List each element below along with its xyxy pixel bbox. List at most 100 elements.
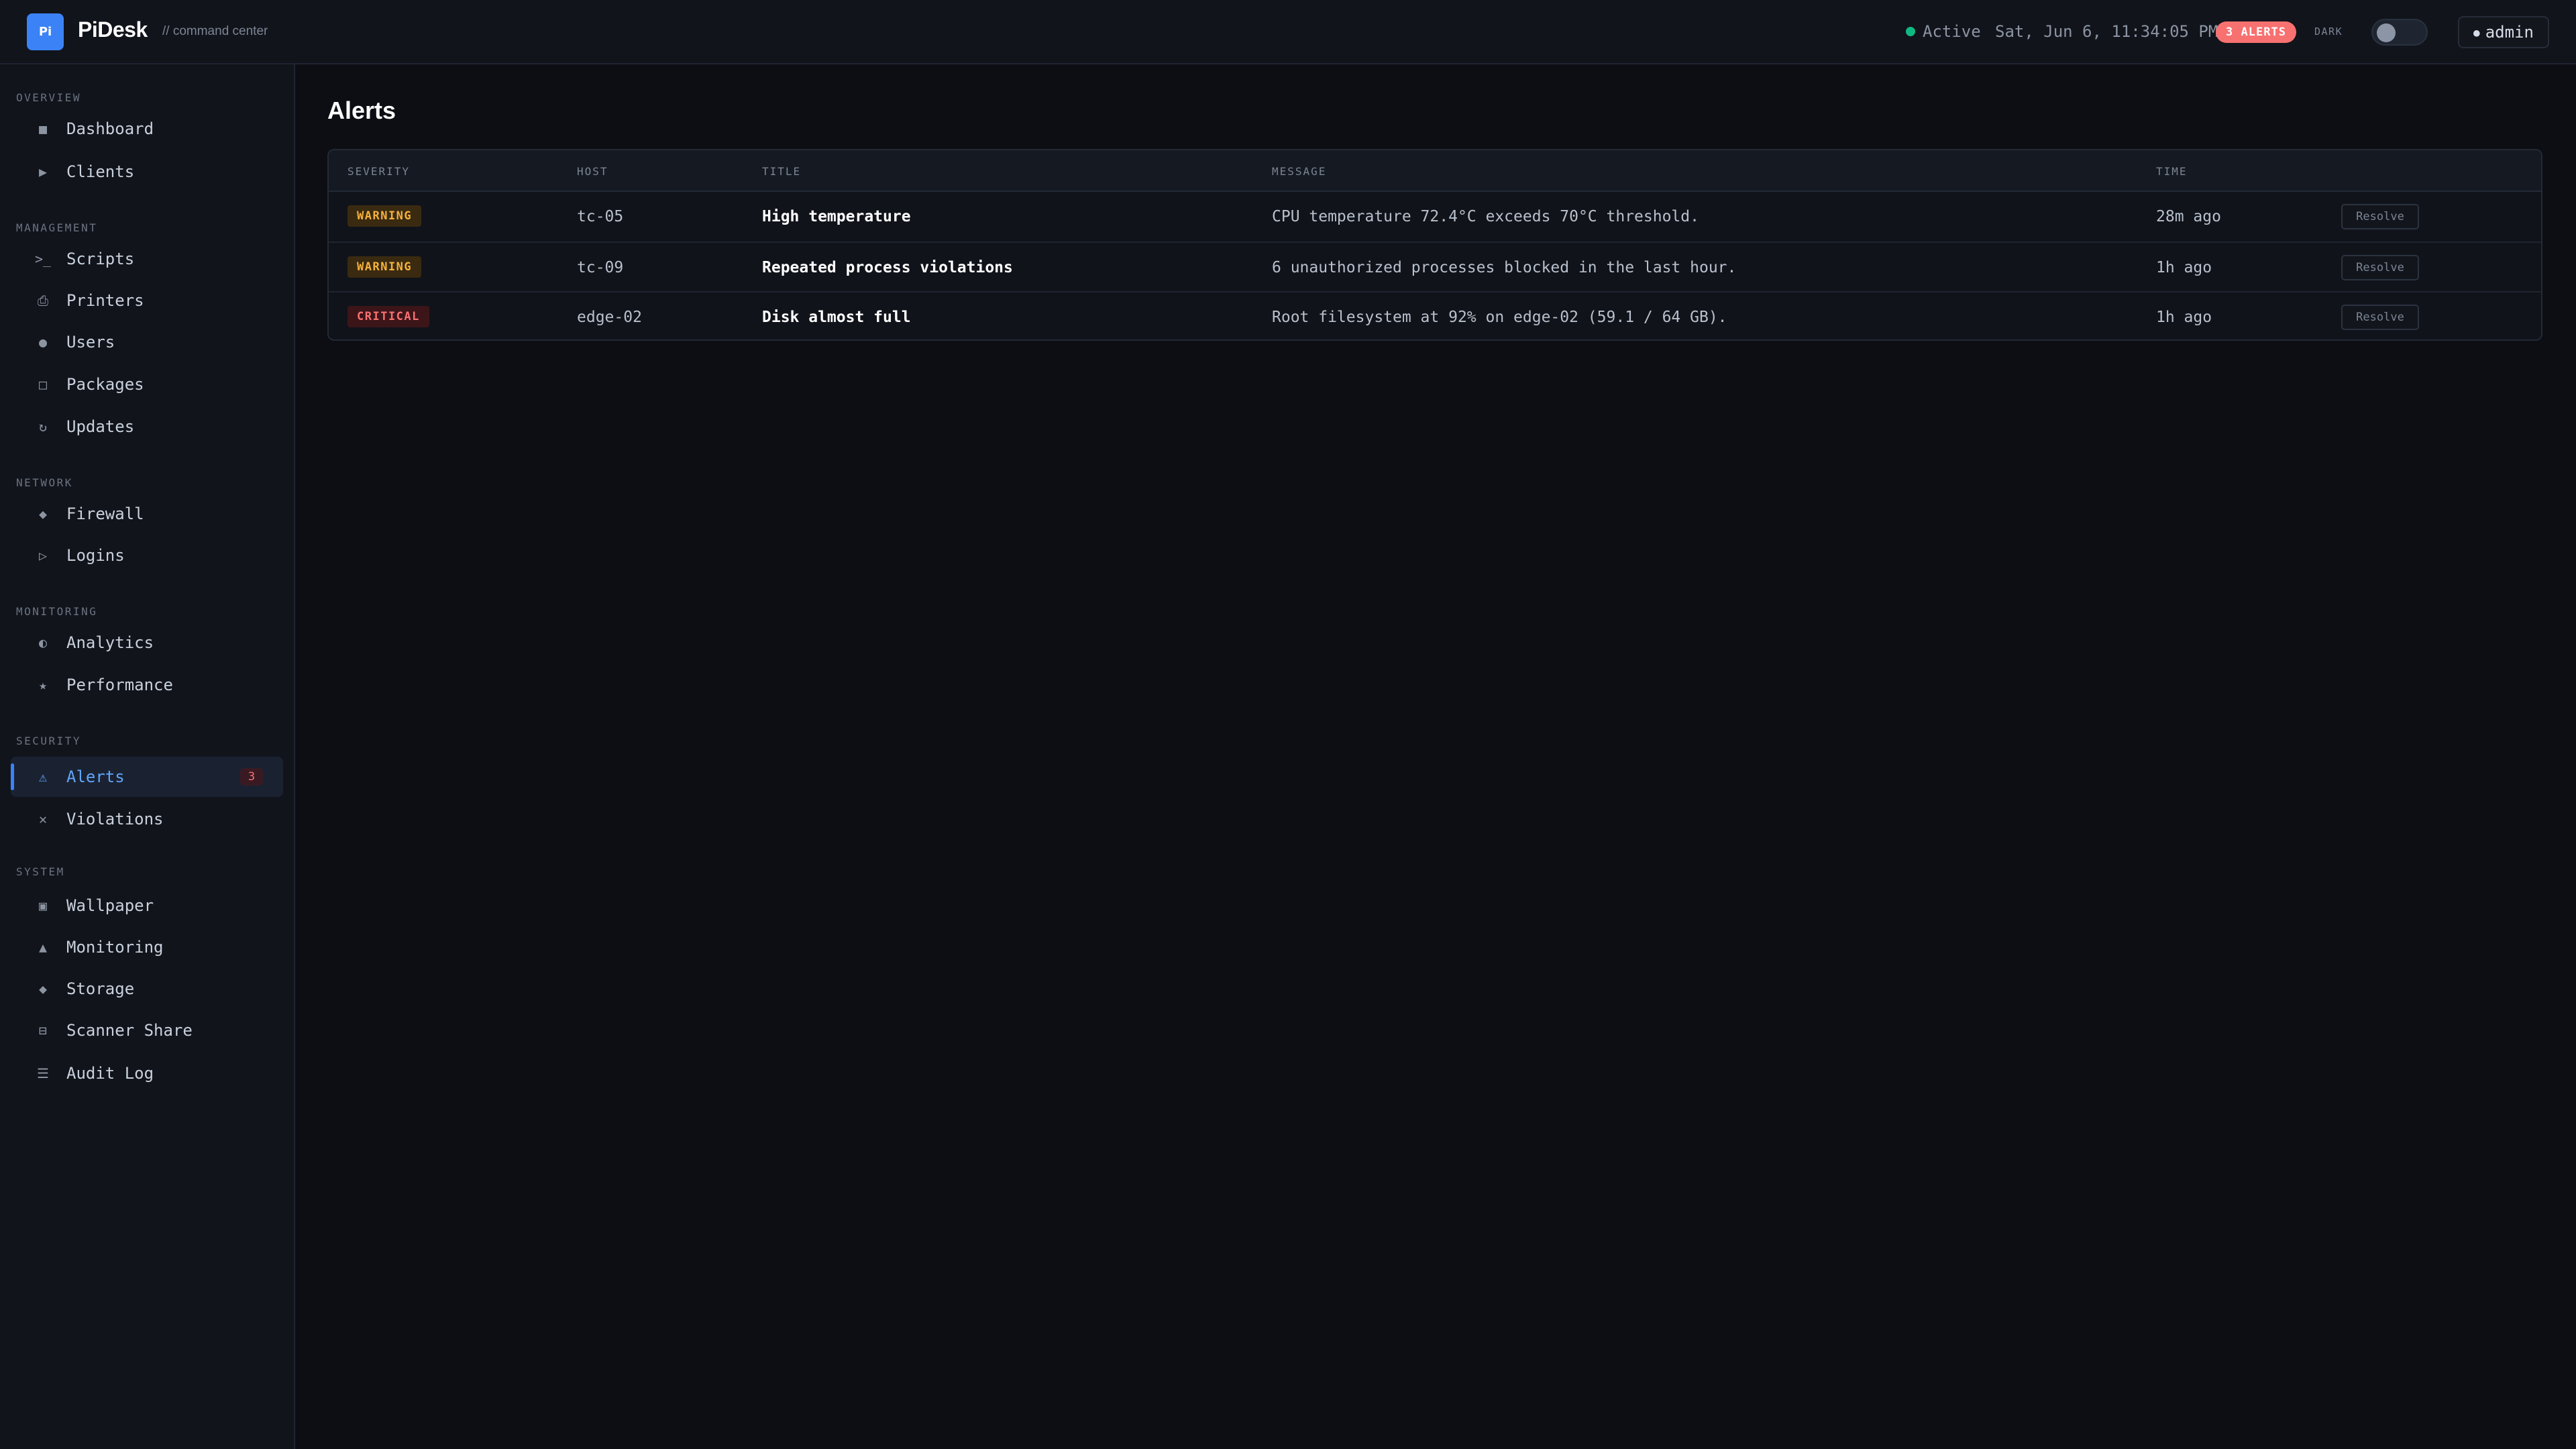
column-header-time[interactable]: TIME [2156,165,2188,178]
triangle-right-icon: ▷ [38,547,48,564]
terminal-icon: >_ [34,251,52,267]
printer-icon: ⎙ [38,292,48,309]
host-cell: tc-05 [577,208,624,225]
section-label-monitoring: MONITORING [16,605,98,618]
resolve-button[interactable]: Resolve [2341,204,2419,229]
sidebar-item-clients[interactable]: ▶ Clients [11,152,283,192]
time-cell: 1h ago [2156,309,2212,326]
refresh-icon: ↻ [38,419,48,435]
user-icon: ● [38,334,48,350]
sidebar-item-violations[interactable]: ✕ Violations [11,799,283,839]
sidebar-item-label: Clients [66,162,135,181]
sidebar-item-wallpaper[interactable]: ▣ Wallpaper [11,885,283,926]
sidebar-item-analytics[interactable]: ◐ Analytics [11,623,283,663]
sidebar-item-label: Scripts [66,250,135,268]
sidebar-item-logins[interactable]: ▷ Logins [11,535,283,576]
table-header: SEVERITY HOST TITLE MESSAGE TIME [329,150,2541,192]
severity-badge: WARNING [347,256,422,278]
sidebar-item-label: Firewall [66,504,144,523]
sidebar-item-label: Logins [66,546,125,565]
alerts-count-badge[interactable]: 3 ALERTS [2216,21,2296,43]
top-bar: Pi PiDesk // command center Active Sat, … [0,0,2576,64]
sidebar-item-label: Packages [66,375,144,394]
section-label-security: SECURITY [16,735,82,747]
alerts-count-badge: 3 [240,768,263,786]
sidebar-item-label: Storage [66,979,135,998]
message-cell: 6 unauthorized processes blocked in the … [1272,259,1737,276]
severity-badge: CRITICAL [347,306,429,327]
sidebar-item-scanner-share[interactable]: ⊟ Scanner Share [11,1010,283,1051]
toggle-knob [2377,23,2396,42]
sidebar-item-label: Analytics [66,633,154,652]
column-header-title[interactable]: TITLE [762,165,801,178]
message-cell: CPU temperature 72.4°C exceeds 70°C thre… [1272,208,1699,225]
status-dot-icon [1906,27,1915,36]
sidebar-item-alerts[interactable]: ⚠ Alerts 3 [11,757,283,797]
theme-toggle[interactable] [2371,19,2428,46]
host-cell: edge-02 [577,309,642,326]
sidebar-item-label: Users [66,333,115,352]
close-icon: ✕ [38,811,48,827]
sidebar-item-label: Scanner Share [66,1021,193,1040]
sidebar-item-firewall[interactable]: ◆ Firewall [11,494,283,534]
sidebar-item-performance[interactable]: ★ Performance [11,665,283,705]
sidebar-item-label: Updates [66,417,135,436]
user-dot-icon: ● [2473,25,2480,39]
sidebar-item-label: Wallpaper [66,896,154,915]
resolve-button[interactable]: Resolve [2341,305,2419,330]
host-cell: tc-09 [577,259,624,276]
sidebar-item-dashboard[interactable]: ■ Dashboard [11,109,283,149]
warning-icon: ⚠ [38,769,48,785]
sidebar-item-label: Performance [66,676,173,694]
sidebar-item-monitoring[interactable]: ▲ Monitoring [11,927,283,967]
section-label-management: MANAGEMENT [16,221,98,234]
title-cell: Repeated process violations [762,259,1013,276]
star-icon: ★ [38,677,48,693]
resolve-button[interactable]: Resolve [2341,255,2419,280]
table-row[interactable]: CRITICAL edge-02 Disk almost full Root f… [329,291,2541,339]
severity-badge: WARNING [347,205,422,227]
section-label-overview: OVERVIEW [16,91,82,104]
sidebar-item-audit-log[interactable]: ☰ Audit Log [11,1053,283,1093]
app-logo[interactable]: Pi [27,13,64,50]
time-cell: 28m ago [2156,208,2221,225]
title-cell: Disk almost full [762,309,911,326]
table-row[interactable]: WARNING tc-05 High temperature CPU tempe… [329,192,2541,241]
sidebar-item-packages[interactable]: □ Packages [11,364,283,405]
sidebar-item-label: Dashboard [66,119,154,138]
sidebar-item-storage[interactable]: ◆ Storage [11,969,283,1009]
column-header-host[interactable]: HOST [577,165,608,178]
user-name: admin [2485,23,2534,42]
column-header-severity[interactable]: SEVERITY [347,165,410,178]
sidebar-item-scripts[interactable]: >_ Scripts [11,239,283,279]
status-text: Active [1923,22,1981,41]
clock: Sat, Jun 6, 11:34:05 PM [1995,22,2218,41]
section-label-network: NETWORK [16,476,73,489]
diamond-icon: ◆ [38,981,48,997]
sidebar: OVERVIEW ■ Dashboard ▶ Clients MANAGEMEN… [0,64,295,1449]
page-title: Alerts [327,97,396,124]
app-subtitle: // command center [162,24,268,38]
sidebar-item-users[interactable]: ● Users [11,322,283,362]
sidebar-item-updates[interactable]: ↻ Updates [11,407,283,447]
sidebar-item-label: Violations [66,810,164,828]
theme-label: DARK [2314,25,2343,38]
title-cell: High temperature [762,208,911,225]
sidebar-item-label: Printers [66,291,144,310]
sidebar-item-label: Audit Log [66,1064,154,1083]
alerts-table: SEVERITY HOST TITLE MESSAGE TIME WARNING… [327,149,2542,341]
user-menu-button[interactable]: ● admin [2458,16,2549,48]
half-circle-icon: ◐ [38,635,48,651]
time-cell: 1h ago [2156,259,2212,276]
package-icon: □ [38,376,48,392]
sidebar-item-label: Alerts [66,767,125,786]
table-row[interactable]: WARNING tc-09 Repeated process violation… [329,241,2541,291]
diamond-icon: ◆ [38,506,48,522]
column-header-message[interactable]: MESSAGE [1272,165,1326,178]
app-name: PiDesk [78,17,148,42]
sidebar-item-printers[interactable]: ⎙ Printers [11,280,283,321]
play-icon: ▶ [38,164,48,180]
section-label-system: SYSTEM [16,865,65,878]
message-cell: Root filesystem at 92% on edge-02 (59.1 … [1272,309,1727,326]
list-icon: ☰ [37,1065,49,1081]
